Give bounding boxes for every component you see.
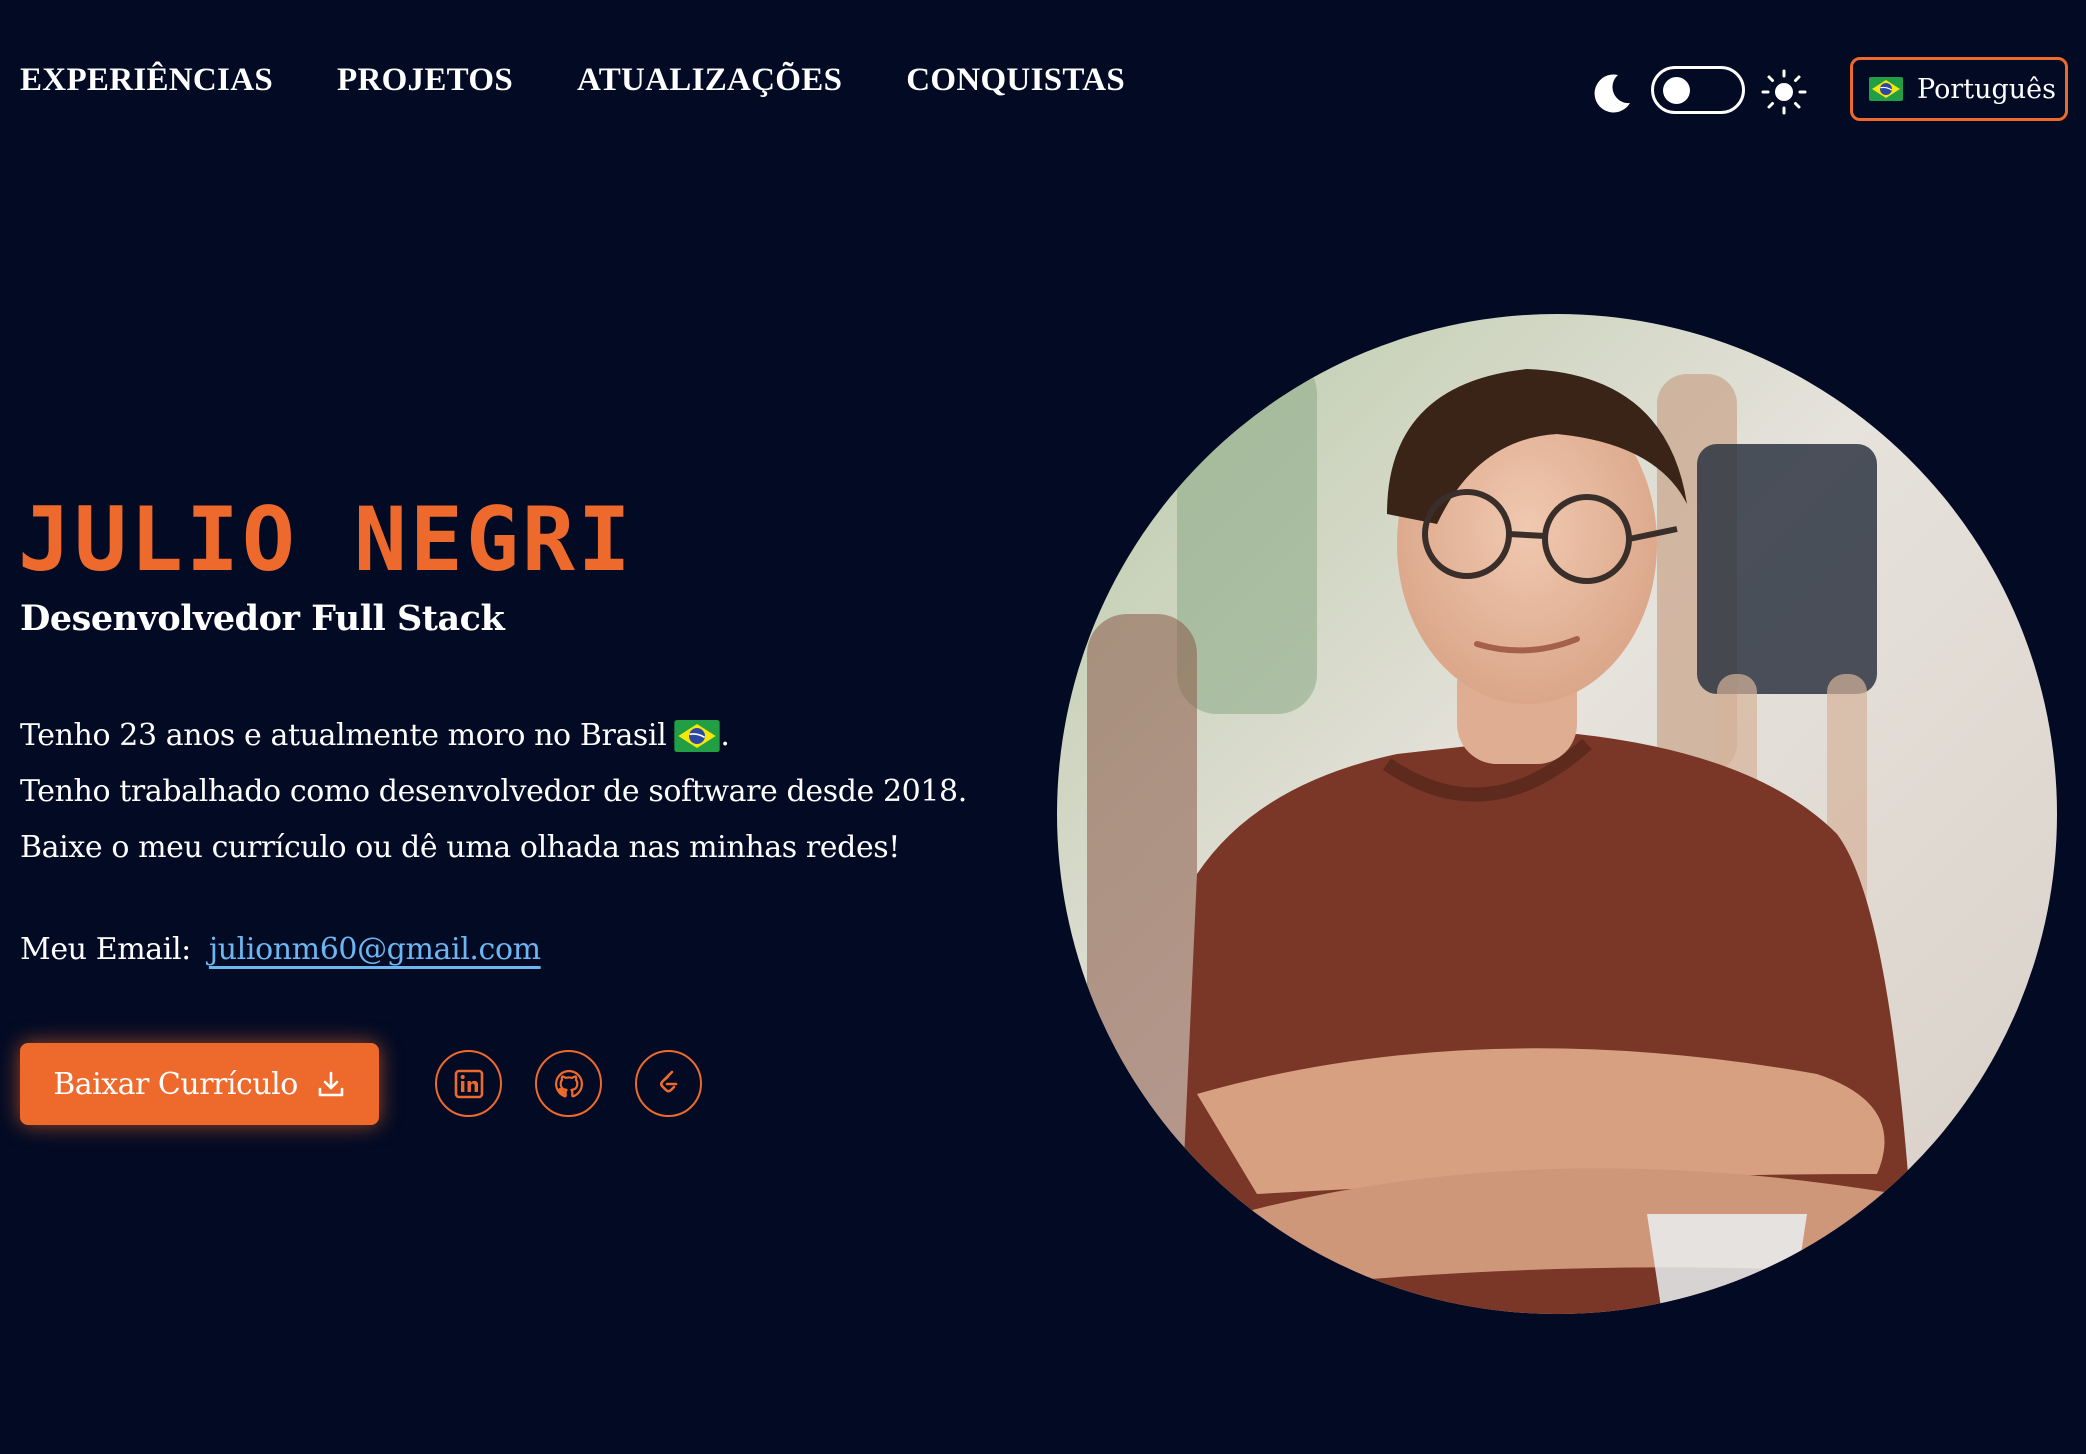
brazil-flag-icon	[674, 720, 720, 752]
moon-icon	[1594, 74, 1630, 113]
email-label: Meu Email:	[20, 932, 191, 967]
bio: Tenho 23 anos e atualmente moro no Brasi…	[20, 708, 967, 876]
bio-line-3: Baixe o meu currículo ou dê uma olhada n…	[20, 830, 900, 865]
github-icon	[554, 1069, 583, 1097]
linkedin-icon	[454, 1069, 483, 1098]
download-cv-label: Baixar Currículo	[53, 1066, 298, 1102]
brazil-flag-icon	[1869, 77, 1903, 101]
nav-projetos[interactable]: PROJETOS	[337, 62, 513, 99]
leetcode-button[interactable]	[635, 1050, 702, 1117]
nav-conquistas[interactable]: CONQUISTAS	[906, 62, 1125, 99]
language-label: Português	[1917, 73, 2056, 105]
nav-atualizacoes[interactable]: ATUALIZAÇÕES	[577, 62, 842, 99]
bio-text-1-end: .	[720, 718, 730, 753]
github-button[interactable]	[535, 1050, 602, 1117]
hero-name: JULIO NEGRI	[18, 488, 634, 591]
email-row: Meu Email: julionm60@gmail.com	[20, 932, 541, 967]
nav-experiencias[interactable]: EXPERIÊNCIAS	[20, 62, 273, 99]
bio-line-1: Tenho 23 anos e atualmente moro no Brasi…	[20, 708, 967, 764]
toggle-knob	[1663, 77, 1690, 104]
language-selector[interactable]: Português	[1850, 57, 2068, 121]
hero-role: Desenvolvedor Full Stack	[20, 598, 505, 639]
theme-toggle[interactable]	[1651, 66, 1745, 114]
linkedin-button[interactable]	[435, 1050, 502, 1117]
download-cv-button[interactable]: Baixar Currículo	[20, 1043, 379, 1125]
bio-text-1: Tenho 23 anos e atualmente moro no Brasi…	[20, 718, 667, 753]
profile-photo	[1057, 314, 2057, 1314]
email-link[interactable]: julionm60@gmail.com	[209, 932, 541, 967]
download-icon	[318, 1071, 344, 1097]
bio-line-2: Tenho trabalhado como desenvolvedor de s…	[20, 774, 967, 809]
sun-icon	[1761, 69, 1807, 115]
leetcode-icon	[659, 1070, 677, 1093]
main-nav: EXPERIÊNCIAS PROJETOS ATUALIZAÇÕES CONQU…	[20, 62, 1189, 99]
